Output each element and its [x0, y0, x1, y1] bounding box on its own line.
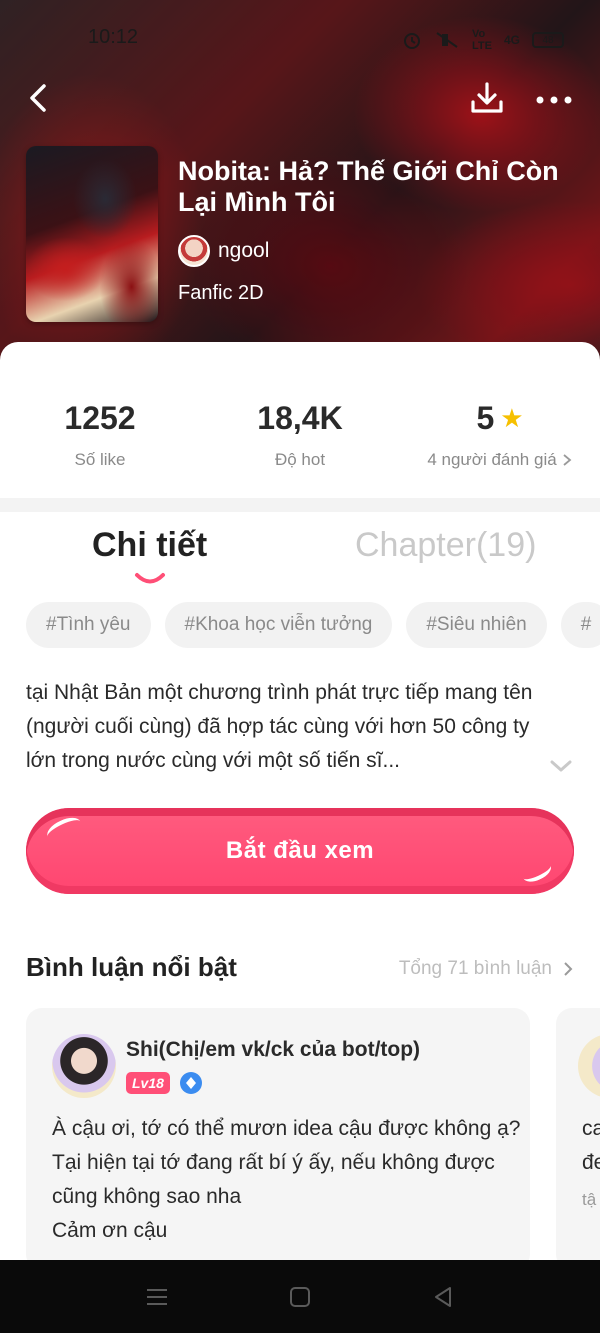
book-title: Nobita: Hả? Thế Giới Chỉ Còn Lại Mình Tô… — [178, 156, 559, 217]
comment-card[interactable]: ca đe tậ — [556, 1008, 600, 1270]
diamond-icon — [179, 1072, 202, 1094]
commenter-name[interactable]: Shi(Chị/em vk/ck của bot/top) — [126, 1038, 420, 1062]
comments-total: Tổng 71 bình luận — [398, 958, 552, 979]
comment-meta-preview: tậ — [582, 1190, 597, 1209]
chevron-right-icon — [563, 454, 572, 466]
tag-item[interactable]: # — [560, 602, 600, 648]
likes-label: Số like — [74, 450, 126, 469]
section-divider — [0, 498, 600, 512]
chevron-right-icon — [564, 962, 573, 976]
comment-text: À cậu ơi, tớ có thể mươn idea cậu được k… — [52, 1117, 521, 1242]
comments-total-link[interactable]: Tổng 71 bình luận — [399, 958, 574, 980]
book-genre: Fanfic 2D — [178, 282, 264, 304]
mute-icon — [436, 32, 458, 48]
download-button[interactable] — [468, 78, 506, 118]
tag-item[interactable]: #Khoa học viễn tưởng — [164, 602, 393, 648]
menu-icon — [147, 1289, 167, 1305]
signal-icon: 4G — [503, 33, 520, 47]
tab-detail[interactable]: Chi tiết — [92, 526, 207, 565]
back-triangle-icon — [435, 1287, 451, 1307]
book-description: tại Nhật Bản một chương trình phát trực … — [26, 681, 533, 772]
home-nav-button[interactable] — [285, 1282, 315, 1312]
likes-value: 1252 — [64, 399, 136, 436]
rating-value: 5 — [476, 399, 495, 436]
author-link[interactable]: ngool — [178, 234, 269, 268]
tab-chapters[interactable]: Chapter(19) — [355, 526, 536, 565]
likes-stat: 1252 Số like — [0, 398, 200, 470]
rating-stat[interactable]: 5 ★ 4 người đánh giá — [400, 398, 600, 470]
hot-label: Độ hot — [274, 450, 326, 469]
start-reading-button[interactable]: Bắt đầu xem — [26, 808, 574, 894]
author-name: ngool — [218, 239, 270, 262]
start-reading-label: Bắt đầu xem — [225, 837, 375, 864]
status-bar: 10:12 Vo LTE 4G 48 — [0, 22, 600, 54]
content-sheet: 1252 Số like 18,4K Độ hot 5 ★ 4 người đá… — [0, 342, 600, 1333]
rating-label: 4 người đánh giá — [427, 450, 557, 469]
tag-item[interactable]: #Siêu nhiên — [406, 602, 547, 648]
tag-list: #Tình yêu #Khoa học viễn tưởng #Siêu nhi… — [26, 602, 600, 650]
status-icons: Vo LTE 4G 48 — [402, 28, 564, 52]
system-navigation-bar — [0, 1260, 600, 1333]
tab-bar: Chi tiết Chapter(19) — [0, 522, 600, 586]
level-badge: Lv18 — [126, 1072, 170, 1094]
status-time: 10:12 — [88, 26, 139, 48]
back-nav-button[interactable] — [428, 1282, 458, 1312]
more-dots-icon — [536, 96, 572, 104]
commenter-avatar[interactable] — [578, 1034, 600, 1098]
chevron-down-icon[interactable] — [548, 756, 574, 776]
comment-text-preview: ca đe — [582, 1117, 600, 1174]
comment-card[interactable]: Shi(Chị/em vk/ck của bot/top) Lv18 À cậu… — [26, 1008, 530, 1270]
rating-value-row: 5 ★ — [400, 398, 600, 438]
menu-nav-button[interactable] — [142, 1282, 172, 1312]
tab-indicator — [135, 573, 165, 584]
home-square-icon — [290, 1287, 310, 1307]
battery-icon: 48 — [532, 32, 564, 48]
commenter-avatar[interactable] — [52, 1034, 116, 1098]
comments-header: Bình luận nổi bật Tổng 71 bình luận — [26, 950, 574, 990]
comments-title: Bình luận nổi bật — [26, 952, 237, 982]
commenter-badges: Lv18 — [126, 1072, 202, 1094]
download-icon — [471, 82, 503, 113]
tag-item[interactable]: #Tình yêu — [26, 602, 151, 648]
button-shine — [43, 813, 85, 845]
button-shine — [520, 858, 554, 886]
more-options-button[interactable] — [532, 78, 576, 118]
back-button[interactable] — [22, 78, 58, 118]
top-nav — [0, 76, 600, 120]
hot-stat: 18,4K Độ hot — [200, 398, 400, 470]
rating-label-row: 4 người đánh giá — [400, 450, 600, 470]
author-avatar — [178, 235, 210, 267]
volte-icon: Vo LTE — [472, 28, 492, 52]
star-icon: ★ — [500, 402, 524, 433]
book-cover[interactable] — [26, 146, 158, 322]
alarm-icon — [404, 33, 421, 49]
hot-value: 18,4K — [257, 399, 343, 436]
chevron-left-icon — [30, 84, 46, 112]
stats-row: 1252 Số like 18,4K Độ hot 5 ★ 4 người đá… — [0, 342, 600, 498]
